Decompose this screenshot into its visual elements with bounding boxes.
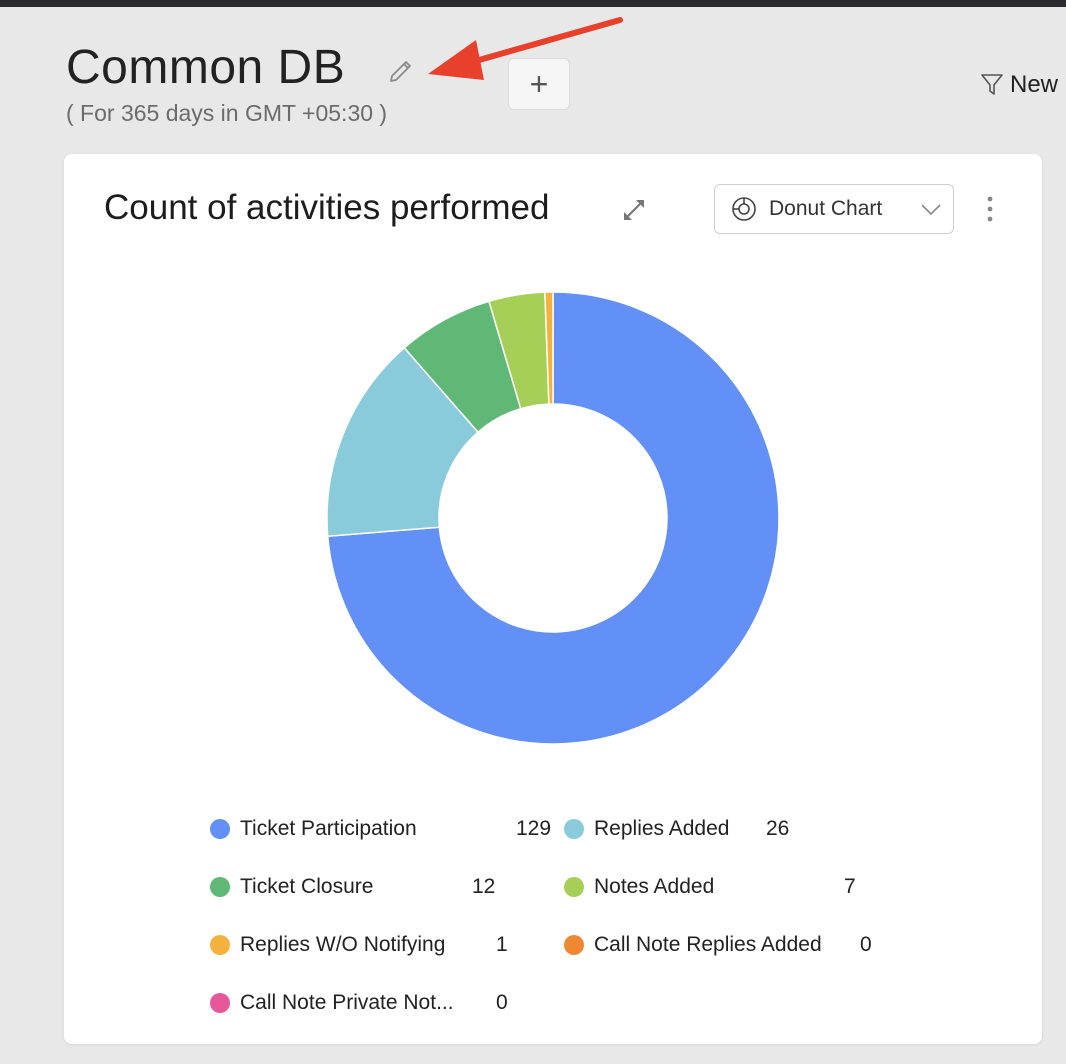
legend-item[interactable]: Call Note Replies Added 0 — [564, 930, 872, 960]
legend-label: Call Note Private Not... — [240, 991, 454, 1014]
legend-label: Notes Added — [594, 875, 715, 898]
legend-item[interactable]: Call Note Private Not... 0 — [210, 988, 508, 1018]
legend-value: 26 — [766, 817, 790, 840]
legend-dot — [210, 935, 230, 955]
legend-item[interactable]: Replies W/O Notifying 1 — [210, 930, 508, 960]
filter-icon — [981, 74, 1003, 95]
legend-dot — [564, 877, 584, 897]
legend-item[interactable]: Ticket Participation 129 — [210, 814, 551, 844]
legend-item[interactable]: Ticket Closure 12 — [210, 872, 495, 902]
chart-card: Count of activities performed Donut Char… — [64, 154, 1042, 1044]
legend-item[interactable]: Notes Added 7 — [564, 872, 856, 902]
legend-label: Ticket Participation — [240, 817, 417, 840]
legend-value: 0 — [496, 991, 508, 1014]
legend-value: 1 — [496, 933, 508, 956]
legend-label: Ticket Closure — [240, 875, 374, 898]
legend-label: Replies W/O Notifying — [240, 933, 446, 956]
legend-item[interactable]: Replies Added 26 — [564, 814, 789, 844]
legend-value: 0 — [860, 933, 872, 956]
legend-dot — [210, 877, 230, 897]
legend-label: Replies Added — [594, 817, 730, 840]
legend-value: 12 — [472, 875, 496, 898]
legend-dot — [564, 819, 584, 839]
date-range-subtitle: ( For 365 days in GMT +05:30 ) — [66, 100, 388, 126]
edit-pencil-icon[interactable] — [386, 54, 416, 84]
legend-dot — [210, 819, 230, 839]
legend-dot — [564, 935, 584, 955]
legend-value: 129 — [516, 817, 552, 840]
legend-value: 7 — [844, 875, 856, 898]
window-top-bar — [0, 0, 1066, 7]
add-widget-button[interactable]: + — [508, 58, 570, 110]
filter-button[interactable]: New — [980, 70, 1058, 100]
filter-label: New — [1010, 71, 1059, 98]
donut-chart — [326, 291, 780, 745]
legend-dot — [210, 993, 230, 1013]
legend-label: Call Note Replies Added — [594, 933, 822, 956]
plus-label: + — [529, 65, 549, 102]
page-title: Common DB — [66, 41, 346, 94]
